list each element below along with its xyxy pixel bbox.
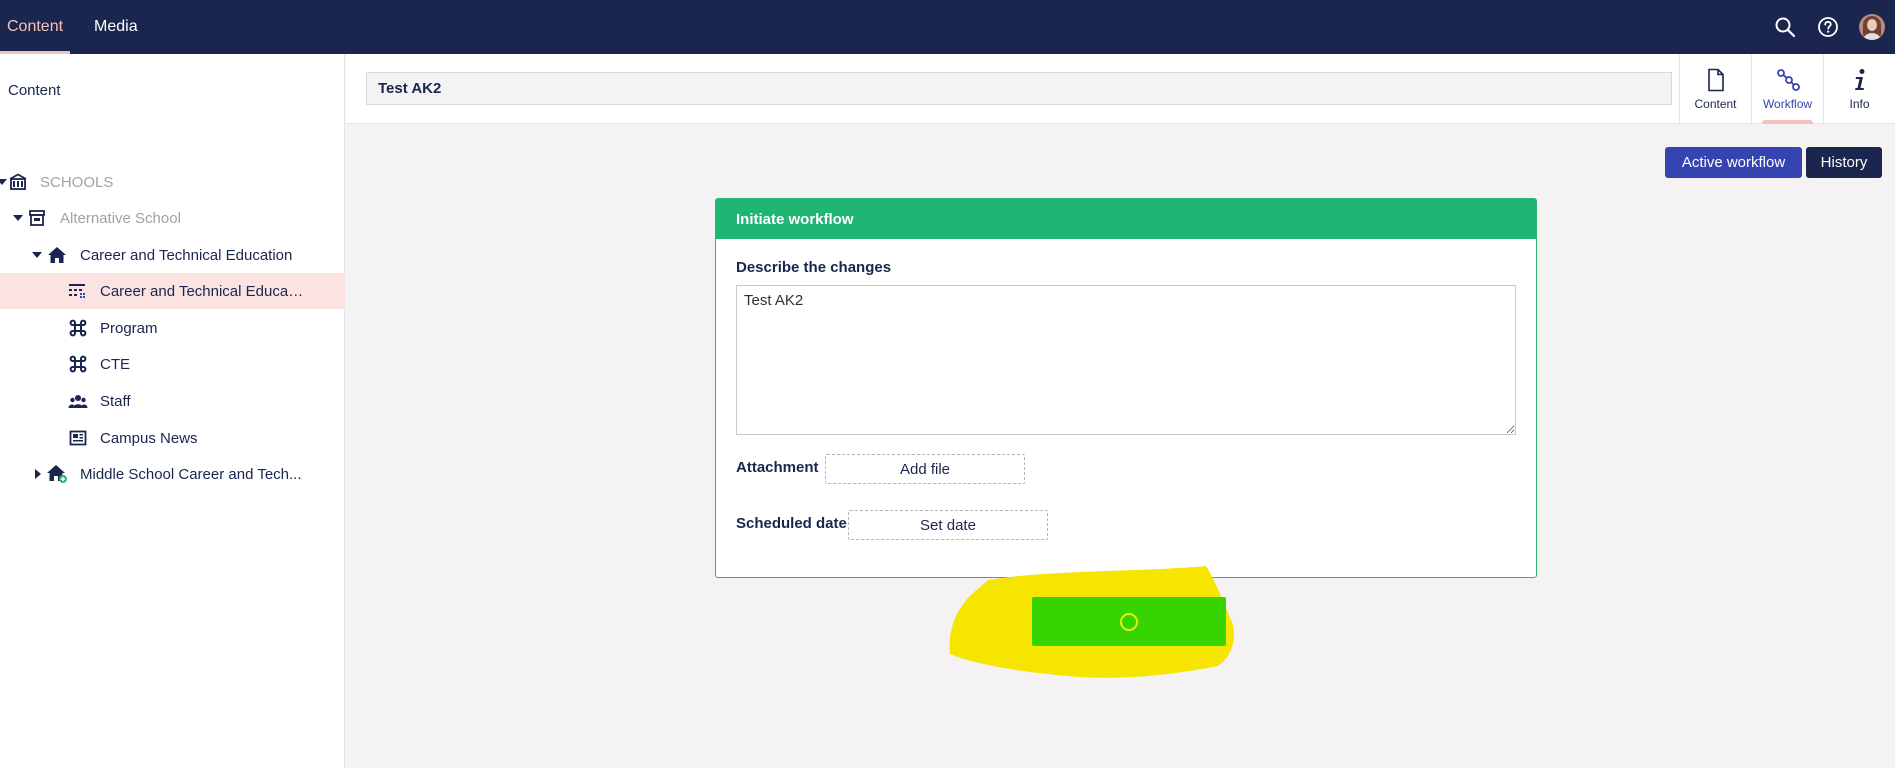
tree-item-label: SCHOOLS [40,173,114,191]
tree-item-career-technical-education[interactable]: Career and Technical Education [0,237,345,273]
tree-item-cte[interactable]: CTE [0,346,345,382]
tree-item-alternative-school[interactable]: Alternative School [0,200,345,236]
command-icon [67,353,89,375]
store-icon [26,207,48,229]
tree-item-label: Staff [100,392,131,410]
section-nav: Content Media [0,0,162,54]
caret-down-icon[interactable] [0,178,7,186]
search-icon[interactable] [1773,15,1797,39]
newspaper-icon [67,427,89,449]
tab-media-label: Media [94,18,138,35]
tree-item-campus-news[interactable]: Campus News [0,420,345,456]
tree-item-label: Middle School Career and Tech... [80,465,302,483]
tree-item-label: Campus News [100,429,198,447]
content-tree-sidebar: Content SCHOOLS Alternative School Caree… [0,54,345,768]
app-info-label: Info [1849,97,1870,111]
app-info[interactable]: Info [1823,54,1895,124]
tab-content-label: Content [7,18,64,35]
tree-item-label: Program [100,319,158,337]
node-name-input[interactable] [366,72,1672,105]
initiate-workflow-panel: Initiate workflow Describe the changes T… [715,198,1537,578]
tree-item-program[interactable]: Program [0,310,345,346]
caret-down-icon[interactable] [32,251,42,259]
active-workflow-button[interactable]: Active workflow [1665,147,1802,178]
info-icon [1853,67,1867,93]
tree-item-middle-school-career[interactable]: Middle School Career and Tech... [0,456,345,492]
document-icon [1707,67,1725,93]
describe-changes-label: Describe the changes [736,259,892,276]
command-icon [67,317,89,339]
app-workflow-label: Workflow [1762,97,1813,111]
editor-header: Content Workflow Info [346,54,1895,124]
tab-content[interactable]: Content [0,0,71,54]
submit-workflow-button[interactable] [1032,597,1226,646]
scheduled-date-label: Scheduled date [736,515,847,532]
tree-item-staff[interactable]: Staff [0,383,345,419]
top-bar: Content Media [0,0,1895,54]
describe-changes-textarea[interactable]: Test AK2 [736,285,1516,435]
help-icon[interactable] [1816,15,1840,39]
top-icons [1773,0,1895,54]
tab-media[interactable]: Media [87,0,145,54]
users-icon [67,390,89,412]
loading-spinner-icon [1120,612,1138,631]
app-content[interactable]: Content [1679,54,1751,124]
home-icon [46,244,68,266]
home-plus-icon [46,463,68,485]
history-button[interactable]: History [1806,147,1882,178]
tree-item-label: Alternative School [60,209,181,227]
panel-title: Initiate workflow [716,199,1536,239]
sidebar-title: Content [8,82,61,99]
caret-down-icon[interactable] [13,214,23,222]
content-apps: Content Workflow Info [1679,54,1895,124]
avatar[interactable] [1859,14,1885,40]
workflow-icon [1776,67,1800,93]
app-content-label: Content [1694,97,1737,111]
tree-item-schools[interactable]: SCHOOLS [0,164,345,200]
set-date-button[interactable]: Set date [848,510,1048,540]
caret-right-icon[interactable] [34,469,42,479]
tree-item-career-technical-educati-selected[interactable]: Career and Technical Educati... [0,273,345,309]
app-workflow[interactable]: Workflow [1751,54,1823,124]
tree-item-label: Career and Technical Education [80,246,293,264]
add-file-button[interactable]: Add file [825,454,1025,484]
tree-item-label: CTE [100,355,130,373]
tree-item-label: Career and Technical Educati... [100,282,305,300]
grid-icon [67,280,89,302]
school-building-icon [7,171,29,193]
attachment-label: Attachment [736,459,819,476]
